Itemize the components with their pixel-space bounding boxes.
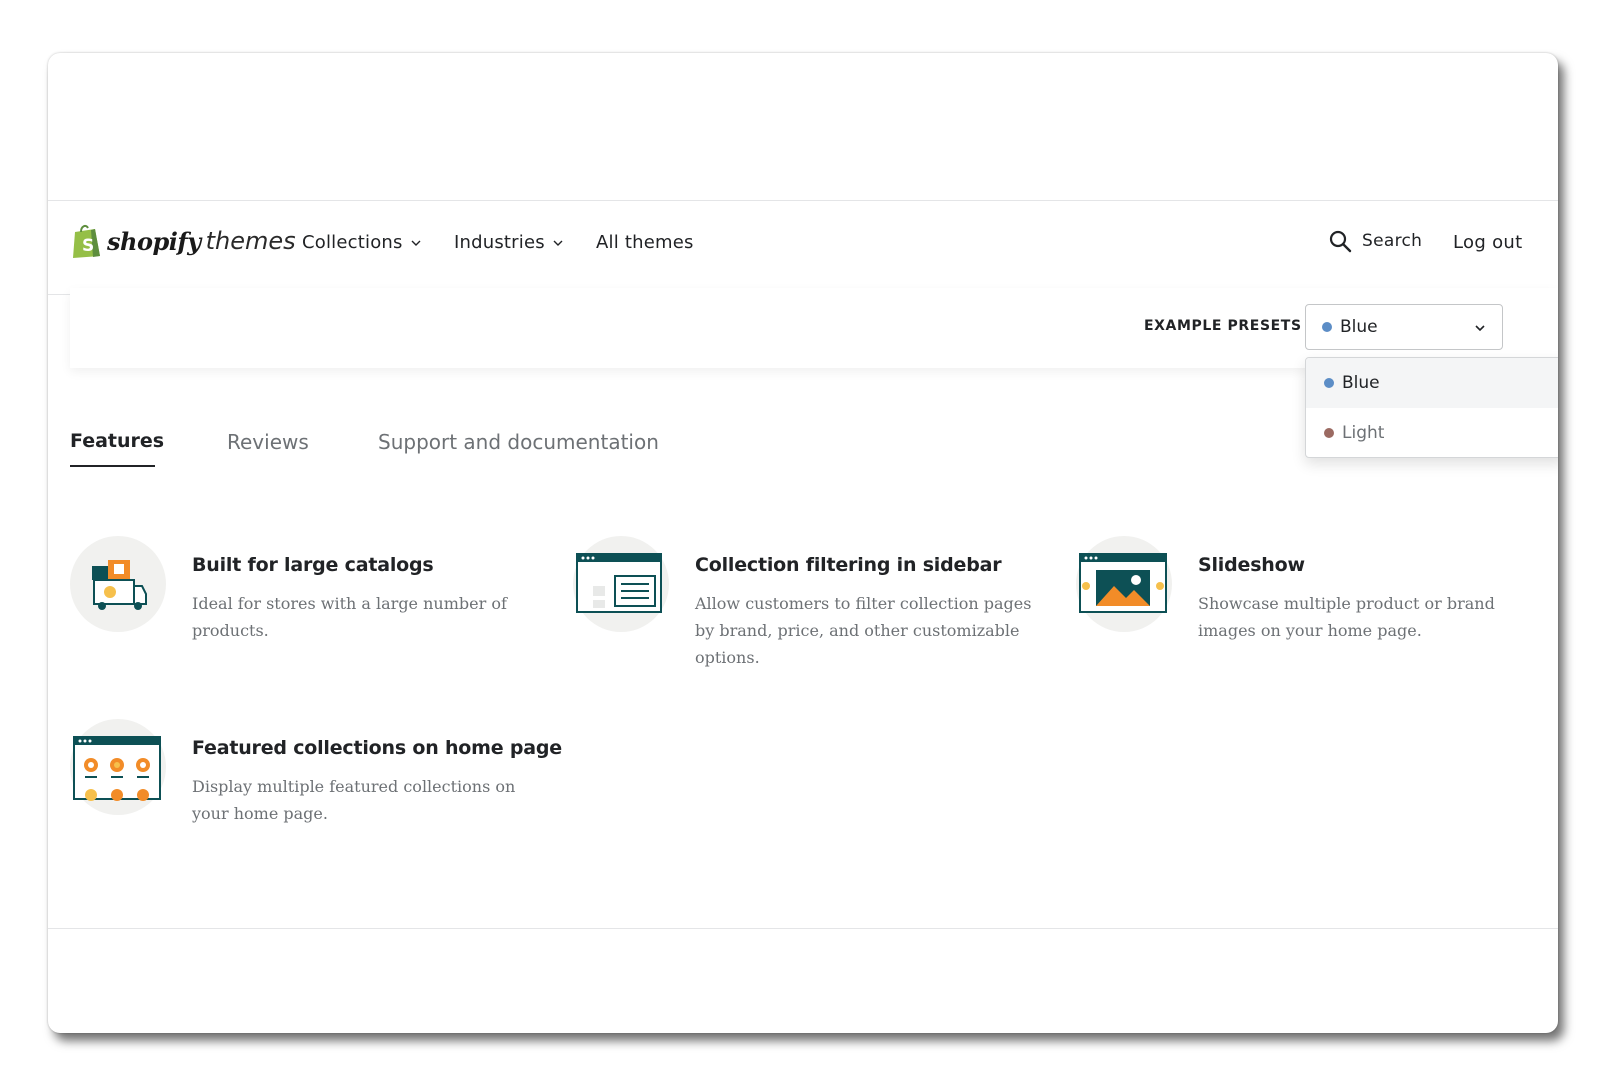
preset-selected-value: Blue: [1340, 317, 1378, 337]
preset-color-dot: [1324, 428, 1334, 438]
preset-option-blue[interactable]: Blue: [1306, 358, 1558, 408]
chevron-down-icon: [1475, 325, 1485, 332]
nav-industries-label: Industries: [454, 232, 545, 253]
tab-features[interactable]: Features: [70, 430, 165, 467]
shopify-themes-logo[interactable]: S shopify themes: [71, 223, 296, 259]
svg-text:S: S: [82, 236, 94, 256]
delivery-truck-icon: [70, 536, 166, 632]
chevron-down-icon: [553, 240, 563, 246]
logout-link[interactable]: Log out: [1453, 232, 1522, 253]
search-button[interactable]: Search: [1328, 229, 1422, 253]
active-tab-indicator: [70, 465, 155, 467]
preset-select[interactable]: Blue: [1305, 304, 1503, 350]
bottom-divider: [48, 928, 1558, 929]
browser-window: S shopify themes Collections Industries …: [48, 53, 1558, 1033]
example-presets-label: EXAMPLE PRESETS: [1144, 318, 1302, 334]
feature-description: Showcase multiple product or brand image…: [1198, 594, 1495, 640]
search-icon: [1329, 230, 1352, 253]
preset-option-label: Light: [1342, 423, 1385, 443]
nav-all-themes-label: All themes: [596, 232, 694, 253]
shopify-bag-icon: S: [73, 224, 100, 258]
nav-industries[interactable]: Industries: [454, 232, 563, 253]
top-blank-area: [48, 53, 1558, 201]
search-label: Search: [1362, 231, 1423, 251]
feature-description: Ideal for stores with a large number of …: [192, 594, 507, 640]
preset-option-light[interactable]: Light: [1306, 408, 1558, 457]
tab-support-documentation[interactable]: Support and documentation: [378, 430, 659, 454]
nav-all-themes[interactable]: All themes: [596, 232, 694, 253]
slideshow-icon: [1076, 536, 1172, 632]
tab-reviews[interactable]: Reviews: [227, 430, 309, 454]
feature-description: Display multiple featured collections on…: [192, 777, 516, 823]
preset-option-label: Blue: [1342, 373, 1380, 393]
nav-collections[interactable]: Collections: [302, 232, 421, 253]
tab-features-label: Features: [70, 430, 165, 452]
featured-collections-icon: [70, 719, 166, 815]
feature-title: Featured collections on home page: [192, 737, 562, 759]
preset-color-dot: [1322, 322, 1332, 332]
filter-sidebar-icon: [573, 536, 669, 632]
chevron-down-icon: [411, 240, 421, 246]
preset-color-dot: [1324, 378, 1334, 388]
nav-collections-label: Collections: [302, 232, 403, 253]
logo-shopify-text: shopify: [107, 226, 201, 256]
feature-description: Allow customers to filter collection pag…: [695, 594, 1032, 667]
preset-dropdown-menu: Blue Light: [1305, 357, 1558, 458]
feature-title: Collection filtering in sidebar: [695, 554, 1002, 576]
feature-title: Slideshow: [1198, 554, 1305, 576]
feature-title: Built for large catalogs: [192, 554, 434, 576]
logo-themes-text: themes: [205, 227, 296, 255]
